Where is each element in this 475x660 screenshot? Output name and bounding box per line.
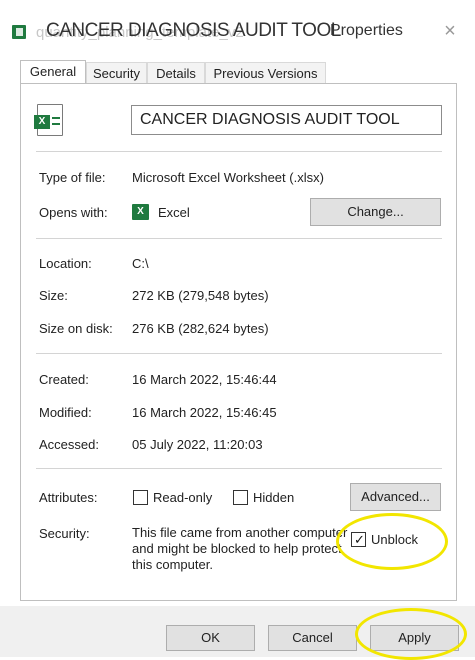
modified-value: 16 March 2022, 15:46:45 — [132, 405, 277, 420]
window-title: CANCER DIAGNOSIS AUDIT TOOL — [46, 20, 341, 41]
file-name-input[interactable]: CANCER DIAGNOSIS AUDIT TOOL — [131, 105, 442, 135]
type-of-file-value: Microsoft Excel Worksheet (.xlsx) — [132, 170, 324, 185]
checkmark-icon: ✓ — [354, 532, 365, 547]
location-value: C:\ — [132, 256, 149, 271]
window-title-suffix: Properties — [330, 22, 403, 39]
divider — [36, 238, 442, 239]
unblock-checkbox[interactable]: ✓ — [351, 532, 366, 547]
readonly-checkbox[interactable] — [133, 490, 148, 505]
hidden-label: Hidden — [253, 490, 295, 505]
unblock-label: Unblock — [371, 532, 418, 547]
tab-security[interactable]: Security — [86, 62, 147, 83]
created-label: Created: — [39, 372, 89, 387]
close-icon[interactable]: × — [440, 20, 460, 43]
created-value: 16 March 2022, 15:46:44 — [132, 372, 277, 387]
security-label: Security: — [39, 526, 90, 541]
type-of-file-label: Type of file: — [39, 170, 106, 185]
opens-with-label: Opens with: — [39, 205, 108, 220]
location-label: Location: — [39, 256, 92, 271]
excel-app-icon: X — [132, 204, 149, 220]
advanced-button[interactable]: Advanced... — [350, 483, 441, 511]
excel-file-icon: X — [34, 104, 63, 136]
tab-previous-versions[interactable]: Previous Versions — [205, 62, 326, 83]
opens-with-value: Excel — [158, 205, 190, 220]
excel-file-icon — [12, 25, 26, 39]
divider — [36, 468, 442, 469]
size-on-disk-value: 276 KB (282,624 bytes) — [132, 321, 269, 336]
tab-details[interactable]: Details — [147, 62, 205, 83]
attributes-label: Attributes: — [39, 490, 98, 505]
apply-highlight — [355, 608, 467, 660]
modified-label: Modified: — [39, 405, 92, 420]
size-label: Size: — [39, 288, 68, 303]
accessed-label: Accessed: — [39, 437, 99, 452]
size-on-disk-label: Size on disk: — [39, 321, 113, 336]
readonly-label: Read-only — [153, 490, 213, 505]
cancel-button[interactable]: Cancel — [268, 625, 357, 651]
divider — [36, 353, 442, 354]
divider — [36, 151, 442, 152]
hidden-checkbox[interactable] — [233, 490, 248, 505]
ok-button[interactable]: OK — [166, 625, 255, 651]
tab-general[interactable]: General — [20, 60, 86, 84]
security-message: This file came from another computer and… — [132, 525, 348, 572]
change-button[interactable]: Change... — [310, 198, 441, 226]
size-value: 272 KB (279,548 bytes) — [132, 288, 269, 303]
accessed-value: 05 July 2022, 11:20:03 — [132, 437, 263, 452]
